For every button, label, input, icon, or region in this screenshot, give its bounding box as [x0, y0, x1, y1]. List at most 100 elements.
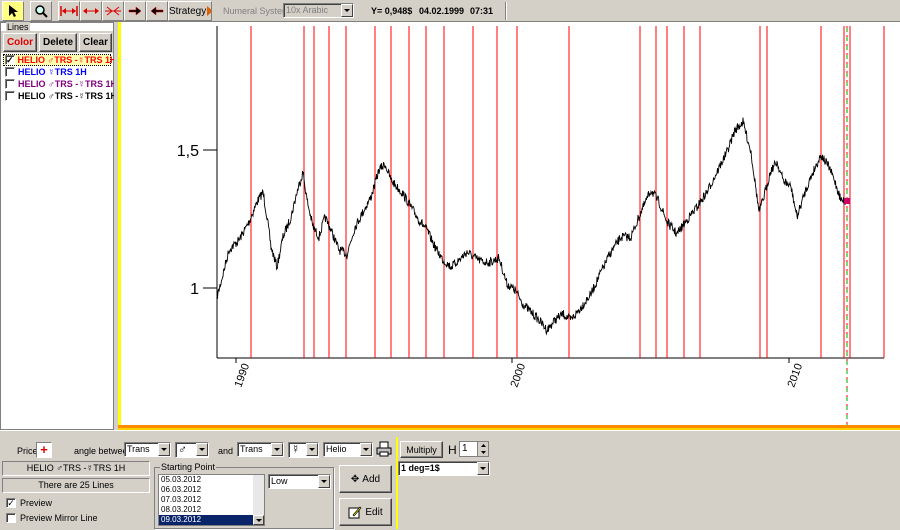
h-value: 1: [462, 443, 468, 454]
preview-mirror-option[interactable]: Preview Mirror Line: [6, 513, 98, 523]
toolbar: Strategy Numeral System 10x Arabic Y= 0,…: [0, 0, 900, 22]
line-item[interactable]: HELIO ♂TRS -☿TRS 1H: [5, 90, 117, 102]
x-tick-label: 2010: [786, 362, 806, 389]
strategy-label: Strategy: [169, 5, 207, 17]
triangle-right-icon: [207, 6, 211, 16]
compress-horizontal-button[interactable]: [102, 1, 124, 21]
chevron-down-icon: [158, 443, 170, 456]
move-icon: ✥: [350, 473, 360, 485]
second-planet-mode-select[interactable]: Trans: [237, 442, 284, 457]
line-item-label: HELIO ♂TRS -☿TRS 1H: [17, 55, 117, 65]
x-tick-label: 1990: [233, 362, 253, 389]
h-spinner[interactable]: 1: [459, 441, 489, 457]
line-checkbox[interactable]: [5, 67, 15, 77]
chevron-down-icon: [196, 443, 208, 456]
price-point-value: Low: [271, 476, 288, 486]
degree-select[interactable]: 1 deg=1$: [398, 461, 490, 476]
mars-icon: ♂: [178, 442, 187, 456]
chevron-down-icon: [360, 443, 372, 456]
multiply-button-label: Multiply: [406, 444, 437, 455]
magnifier-icon: [35, 5, 48, 18]
print-button[interactable]: [376, 441, 392, 457]
preview-label: Preview: [20, 498, 53, 508]
x-tick-label: 2000: [509, 362, 529, 389]
second-planet-mode-value: Trans: [240, 444, 263, 454]
line-checkbox[interactable]: ✓: [5, 55, 15, 65]
time-readout: 07:31: [470, 6, 494, 16]
delete-button-label: Delete: [42, 37, 73, 48]
current-line-display: HELIO ♂TRS -☿TRS 1H: [2, 461, 150, 476]
strategy-button[interactable]: Strategy: [168, 1, 212, 21]
h-label: H: [448, 443, 457, 457]
mercury-icon: ☿: [291, 442, 300, 456]
price-point-select[interactable]: Low: [268, 474, 331, 489]
starting-point-label: Starting Point: [160, 462, 217, 472]
cursor-point: [844, 198, 850, 204]
list-item[interactable]: 08.03.2012: [159, 505, 264, 515]
first-planet-select[interactable]: ♂: [175, 442, 209, 458]
spin-arrows-icon: [481, 444, 486, 454]
price-series-line: [216, 117, 847, 336]
list-scrollbar[interactable]: [253, 475, 264, 525]
toolbar-divider: [505, 2, 507, 20]
line-checkbox[interactable]: [5, 79, 15, 89]
scroll-left-button[interactable]: [146, 1, 168, 21]
list-item[interactable]: 06.03.2012: [159, 485, 264, 495]
clear-button[interactable]: Clear: [79, 33, 112, 52]
cursor-arrow-icon: [9, 5, 18, 17]
system-value: Helio: [326, 444, 347, 454]
preview-mirror-checkbox[interactable]: [6, 513, 16, 523]
chevron-down-icon: [306, 443, 318, 456]
line-item[interactable]: ✓ HELIO ♂TRS -☿TRS 1H: [3, 54, 117, 66]
shrink-horizontal-button[interactable]: [80, 1, 102, 21]
line-item-label: HELIO ♂TRS -☿TRS 1H: [18, 91, 118, 101]
second-planet-select[interactable]: ☿: [288, 442, 319, 458]
printer-icon: [376, 441, 392, 457]
price-chart[interactable]: 1,5 1 1990 2000 2010: [121, 22, 900, 430]
line-item-label: HELIO ♂TRS -☿TRS 1H: [18, 79, 118, 89]
edit-button[interactable]: Edit: [339, 498, 392, 526]
lines-count-label: There are 25 Lines: [38, 480, 114, 490]
line-item[interactable]: HELIO ☿TRS 1H: [5, 66, 87, 78]
select-arrow-button[interactable]: [2, 1, 24, 21]
spin-buttons[interactable]: [477, 442, 488, 456]
stretch-arrows-icon: [60, 6, 78, 16]
color-button[interactable]: Color: [3, 33, 37, 52]
double-arrow-icon: [83, 8, 99, 14]
stretch-horizontal-button[interactable]: [58, 1, 80, 21]
y-readout: Y= 0,948$: [371, 6, 413, 16]
preview-mirror-label: Preview Mirror Line: [20, 513, 98, 523]
preview-option[interactable]: ✓ Preview: [6, 498, 52, 508]
list-item[interactable]: 05.03.2012: [159, 475, 264, 485]
numeral-system-value: 10x Arabic: [286, 5, 329, 15]
list-item-selected[interactable]: 09.03.2012: [159, 515, 253, 525]
edit-icon: [348, 506, 362, 519]
and-label: and: [218, 446, 234, 456]
y-tick-label: 1,5: [177, 143, 199, 160]
line-checkbox[interactable]: [5, 91, 15, 101]
first-planet-mode-select[interactable]: Trans: [124, 442, 171, 457]
starting-date-list[interactable]: 05.03.2012 06.03.2012 07.03.2012 08.03.2…: [158, 474, 265, 526]
y-tick-label: 1: [190, 281, 199, 298]
edit-button-label: Edit: [365, 506, 383, 518]
chevron-down-icon: [477, 462, 489, 475]
arrow-left-icon: [150, 6, 164, 16]
scroll-right-button[interactable]: [124, 1, 146, 21]
line-item[interactable]: HELIO ♂TRS -☿TRS 1H: [5, 78, 117, 90]
system-select[interactable]: Helio: [323, 442, 373, 457]
preview-checkbox[interactable]: ✓: [6, 498, 16, 508]
chart-area[interactable]: 1,5 1 1990 2000 2010: [118, 22, 900, 430]
multiply-button[interactable]: Multiply: [400, 441, 443, 458]
current-line-label: HELIO ♂TRS -☿TRS 1H: [26, 463, 126, 473]
prices-add-button[interactable]: +: [36, 442, 52, 458]
add-button[interactable]: ✥ Add: [339, 465, 392, 493]
zoom-button[interactable]: [30, 1, 52, 21]
delete-button[interactable]: Delete: [39, 33, 77, 52]
chevron-down-icon: [255, 518, 262, 522]
lines-panel: Lines Color Delete Clear ✓ HELIO ♂TRS -☿…: [0, 22, 117, 430]
list-item[interactable]: 07.03.2012: [159, 495, 264, 505]
numeral-system-select[interactable]: 10x Arabic: [283, 3, 354, 18]
scroll-down-button[interactable]: [253, 515, 264, 525]
plus-icon: +: [40, 442, 48, 457]
numeral-system-label: Numeral System: [223, 6, 290, 16]
